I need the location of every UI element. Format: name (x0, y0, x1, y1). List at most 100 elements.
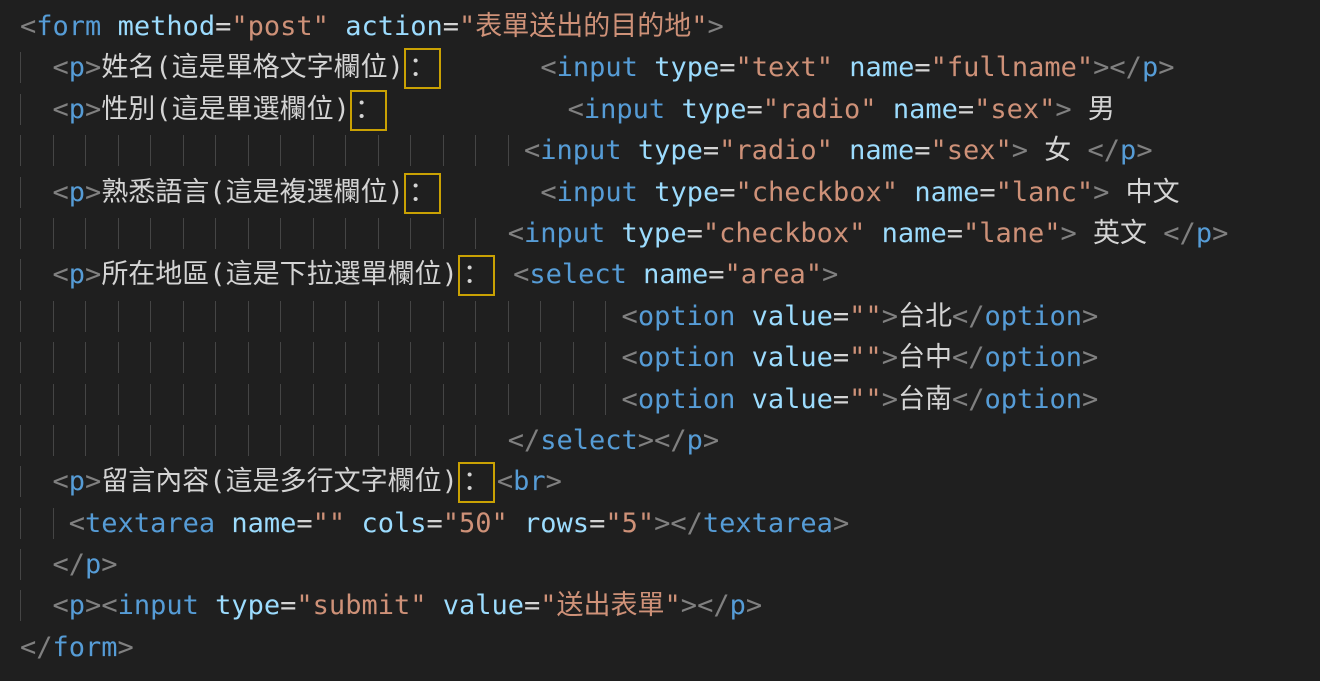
indent-guide (85, 135, 118, 166)
indent-guide (443, 425, 476, 456)
code-token: 中文 (1109, 177, 1179, 208)
code-token: "submit" (296, 590, 426, 621)
code-token: 台南 (898, 384, 952, 415)
code-token: option (638, 301, 736, 332)
code-token: = (719, 52, 735, 83)
code-line: <p>所在地區(這是下拉選單欄位)： <select name="area"> (0, 254, 1320, 295)
code-token: < (513, 259, 529, 290)
indent-guide (118, 135, 151, 166)
code-line: <input type="radio" name="sex"> 女 </p> (0, 130, 1320, 171)
code-editor[interactable]: <form method="post" action="表單送出的目的地"> <… (0, 0, 1320, 681)
code-token: value (443, 590, 524, 621)
code-token: name (882, 218, 947, 249)
code-token: > (1012, 135, 1028, 166)
indent-guide (118, 218, 151, 249)
code-token: </ (20, 632, 53, 663)
indent-guide (215, 135, 248, 166)
indent-guide (150, 384, 183, 415)
code-token: < (497, 466, 513, 497)
indent-guide (475, 425, 508, 456)
code-line: <form method="post" action="表單送出的目的地"> (0, 6, 1320, 47)
code-token: = (719, 177, 735, 208)
code-token: > (882, 384, 898, 415)
code-token (605, 218, 621, 249)
indent-guide (280, 135, 313, 166)
code-token: > (85, 177, 101, 208)
indent-guide (20, 549, 53, 580)
code-token (735, 342, 751, 373)
indent-guide (410, 384, 443, 415)
code-token (389, 94, 568, 125)
code-token: = (703, 135, 719, 166)
indent-guide (443, 218, 476, 249)
indent-guide (540, 384, 573, 415)
code-token: < (53, 177, 69, 208)
indent-guide (410, 342, 443, 373)
indent-guide (540, 301, 573, 332)
code-token: < (508, 218, 524, 249)
code-token: "" (849, 342, 882, 373)
code-line: <option value="">台中</option> (0, 337, 1320, 378)
code-token: < (622, 384, 638, 415)
indent-guide (443, 384, 476, 415)
indent-guide (313, 384, 346, 415)
indent-guide (53, 301, 86, 332)
code-token: 所在地區(這是下拉選單欄位) (101, 259, 458, 290)
indent-guide (410, 135, 443, 166)
code-token: </ (1163, 218, 1196, 249)
code-token: </ (1109, 52, 1142, 83)
code-token: = (947, 218, 963, 249)
code-token: 男 (1072, 94, 1115, 125)
indent-guide (378, 301, 411, 332)
code-token: p (69, 52, 85, 83)
indent-guide (345, 342, 378, 373)
code-token: "fullname" (931, 52, 1094, 83)
code-token: type (215, 590, 280, 621)
indent-guide (573, 384, 606, 415)
code-token: "post" (231, 11, 329, 42)
code-token: "表單送出的目的地" (459, 11, 708, 42)
code-token (833, 135, 849, 166)
code-token: > (1093, 177, 1109, 208)
code-token: </ (697, 590, 730, 621)
code-token: p (69, 259, 85, 290)
code-token: input (118, 590, 199, 621)
indent-guide (443, 301, 476, 332)
code-token: "sex" (930, 135, 1011, 166)
code-token: < (53, 52, 69, 83)
code-token: = (708, 259, 724, 290)
code-token: > (1082, 342, 1098, 373)
code-token: type (622, 218, 687, 249)
indent-guide (248, 425, 281, 456)
code-token: </ (508, 425, 541, 456)
indent-guide (508, 384, 541, 415)
indent-guide (53, 342, 86, 373)
code-token: > (85, 52, 101, 83)
code-token: p (1142, 52, 1158, 83)
code-token: "area" (724, 259, 822, 290)
code-token (508, 508, 524, 539)
code-line: <p>熟悉語言(這是複選欄位)： <input type="checkbox" … (0, 172, 1320, 213)
indent-guide (150, 425, 183, 456)
code-token: = (280, 590, 296, 621)
indent-guide (118, 342, 151, 373)
code-token: select (529, 259, 627, 290)
code-token: < (53, 259, 69, 290)
indent-guide (20, 52, 53, 83)
code-token (627, 259, 643, 290)
code-token: input (557, 177, 638, 208)
code-token: form (53, 632, 118, 663)
indent-guide (20, 466, 53, 497)
code-token: p (69, 94, 85, 125)
indent-guide (475, 384, 508, 415)
indent-guide (410, 218, 443, 249)
code-token: select (540, 425, 638, 456)
indent-guide (378, 425, 411, 456)
code-token: > (708, 11, 724, 42)
code-token: < (568, 94, 584, 125)
code-token: "radio" (719, 135, 833, 166)
code-token: > (85, 94, 101, 125)
unicode-highlight-box: ： (350, 90, 387, 131)
code-token (865, 218, 881, 249)
indent-guide (313, 135, 346, 166)
